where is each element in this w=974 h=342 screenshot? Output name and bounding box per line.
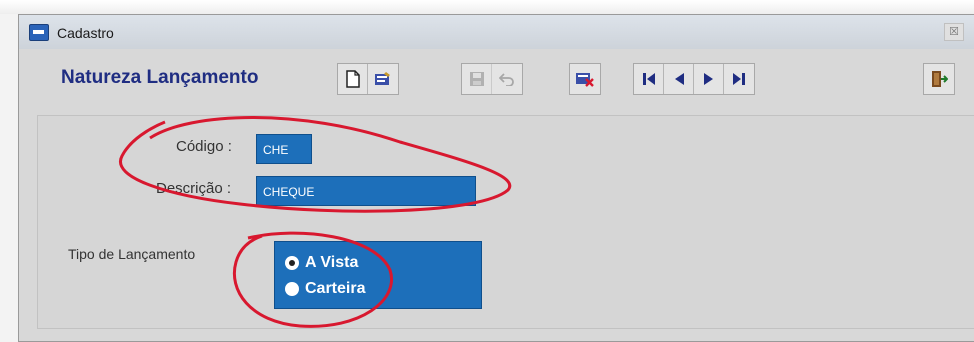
new-document-icon [345, 70, 360, 88]
save-button[interactable] [462, 64, 492, 94]
delete-button[interactable] [570, 64, 600, 94]
radio-selected-icon [285, 256, 299, 270]
radio-unselected-icon [285, 282, 299, 296]
edit-record-button[interactable] [368, 64, 398, 94]
first-record-button[interactable] [634, 64, 664, 94]
title-bar: Cadastro ☒ [19, 15, 974, 49]
exit-door-icon [932, 71, 948, 87]
tipo-lancamento-label: Tipo de Lançamento [68, 246, 196, 262]
toolbar: Natureza Lançamento [19, 49, 974, 113]
descricao-field[interactable]: CHEQUE [256, 176, 476, 206]
radio-a-vista[interactable]: A Vista [285, 254, 358, 272]
descricao-label: Descrição : [156, 180, 232, 197]
codigo-label: Código : [176, 138, 232, 155]
form-panel: Código : CHE Descrição : CHEQUE Tipo de … [37, 115, 974, 329]
window-title: Cadastro [57, 25, 114, 41]
exit-button[interactable] [924, 64, 954, 94]
delete-group [569, 63, 601, 95]
delete-icon [576, 73, 594, 87]
form-heading: Natureza Lançamento [61, 67, 259, 88]
radio-carteira-label: Carteira [305, 280, 366, 297]
undo-icon [499, 73, 514, 86]
first-icon [642, 73, 655, 85]
navigation-group [633, 63, 755, 95]
cadastro-window: Cadastro ☒ Natureza Lançamento Código: … [18, 14, 974, 342]
close-button[interactable]: ☒ [944, 23, 964, 41]
codigo-field[interactable]: CHE [256, 134, 312, 164]
tipo-lancamento-radio-group: A Vista Carteira [274, 241, 482, 309]
undo-button[interactable] [492, 64, 522, 94]
next-icon [703, 73, 713, 85]
next-record-button[interactable] [694, 64, 724, 94]
background-top [0, 0, 974, 14]
new-record-button[interactable] [338, 64, 368, 94]
last-record-button[interactable] [724, 64, 754, 94]
edit-icon [375, 72, 390, 85]
save-icon [469, 72, 484, 86]
previous-record-button[interactable] [664, 64, 694, 94]
save-undo-group [461, 63, 523, 95]
radio-a-vista-label: A Vista [305, 254, 359, 271]
record-actions-group [337, 63, 399, 95]
previous-icon [674, 73, 684, 85]
exit-group [923, 63, 955, 95]
last-icon [733, 73, 745, 85]
radio-carteira[interactable]: Carteira [285, 280, 365, 298]
app-icon [29, 24, 49, 41]
